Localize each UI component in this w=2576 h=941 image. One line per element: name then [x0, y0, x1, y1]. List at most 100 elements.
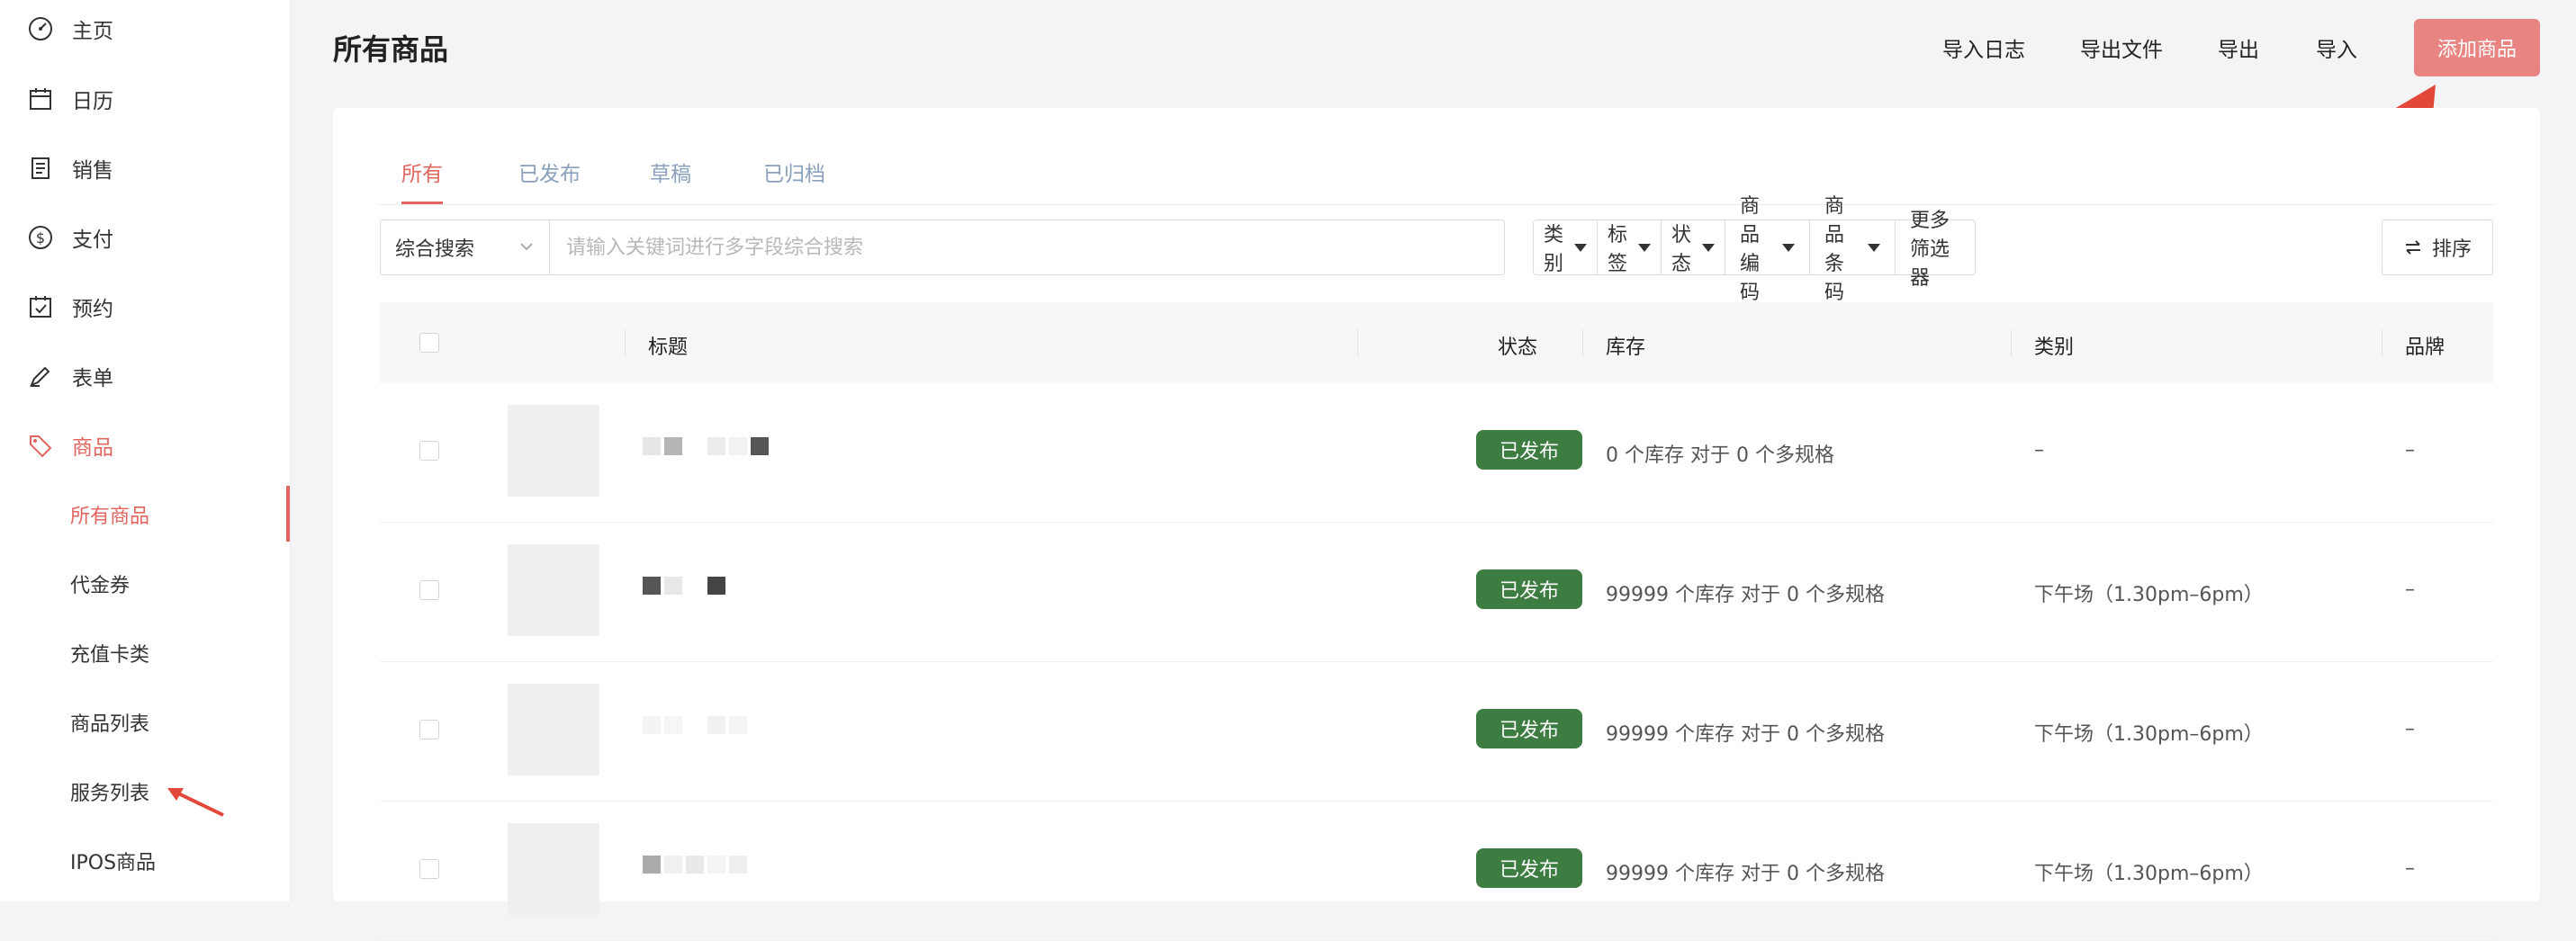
calendar-icon [25, 84, 56, 114]
row-checkbox[interactable] [419, 859, 439, 879]
tab-archived[interactable]: 已归档 [763, 157, 825, 187]
filter-label: 标签 [1608, 224, 1628, 275]
sidebar-active-indicator [286, 486, 290, 542]
dollar-circle-icon: $ [25, 222, 56, 253]
row-checkbox[interactable] [419, 441, 439, 461]
sidebar-item-label: 预约 [72, 298, 113, 321]
tag-icon [25, 430, 56, 461]
column-header-stock[interactable]: 库存 [1606, 331, 1645, 360]
search-input[interactable] [549, 220, 1505, 275]
select-all-checkbox[interactable] [419, 333, 439, 353]
sidebar-subitem-topup-cards[interactable]: 充值卡类 [70, 635, 149, 671]
product-thumbnail [508, 684, 599, 775]
filter-label: 商品编码 [1740, 195, 1761, 304]
status-badge: 已发布 [1476, 430, 1582, 470]
table-row[interactable]: 已发布 99999 个库存 对于 0 个多规格 下午场（1.30pm–6pm） … [380, 802, 2493, 941]
sidebar-item-forms[interactable]: 表单 [25, 358, 113, 394]
row-checkbox[interactable] [419, 580, 439, 600]
sidebar-item-label: 表单 [72, 367, 113, 390]
stock-cell: 99999 个库存 对于 0 个多规格 [1606, 584, 1885, 606]
filter-status-button[interactable]: 状态 [1661, 220, 1725, 275]
product-thumbnail [508, 544, 599, 636]
product-title-redacted[interactable] [643, 577, 725, 595]
search-mode-value: 综合搜索 [395, 238, 475, 261]
export-link[interactable]: 导出 [2218, 32, 2259, 63]
filter-barcode-button[interactable]: 商品条码 [1809, 195, 1896, 304]
sidebar-item-booking[interactable]: 预约 [25, 289, 113, 325]
caret-down-icon [1638, 243, 1652, 252]
caret-down-icon [1702, 243, 1716, 252]
column-divider [625, 329, 626, 356]
sidebar: 主页 日历 销售 $ 支付 预约 表单 商品 所有商品 代金券 充值卡类 商品列… [0, 0, 291, 901]
sidebar-subitem-vouchers[interactable]: 代金券 [70, 566, 130, 602]
product-title-redacted[interactable] [643, 716, 747, 734]
row-checkbox[interactable] [419, 720, 439, 739]
sidebar-item-label: 销售 [72, 159, 113, 183]
table-row[interactable]: 已发布 99999 个库存 对于 0 个多规格 下午场（1.30pm–6pm） … [380, 523, 2493, 662]
chevron-down-icon [520, 243, 533, 251]
filter-sku-button[interactable]: 商品编码 [1725, 195, 1810, 304]
import-log-link[interactable]: 导入日志 [1942, 32, 2025, 63]
sidebar-item-sales[interactable]: 销售 [25, 150, 113, 186]
import-link[interactable]: 导入 [2316, 32, 2357, 63]
tabs-divider [378, 204, 2495, 205]
category-cell: – [2034, 439, 2044, 462]
swap-arrows-icon [2405, 240, 2420, 255]
sort-label: 排序 [2431, 238, 2472, 261]
table-row[interactable]: 已发布 0 个库存 对于 0 个多规格 – – [380, 383, 2493, 523]
calendar-check-icon [25, 291, 56, 322]
tab-drafts[interactable]: 草稿 [650, 157, 691, 187]
column-header-brand[interactable]: 品牌 [2405, 331, 2445, 360]
stock-cell: 99999 个库存 对于 0 个多规格 [1606, 863, 1885, 885]
tab-published[interactable]: 已发布 [518, 157, 581, 187]
export-files-link[interactable]: 导出文件 [2080, 32, 2163, 63]
filter-label: 商品条码 [1824, 195, 1845, 304]
sidebar-subitem-ipos-products[interactable]: IPOS商品 [70, 843, 156, 879]
brand-cell: – [2405, 439, 2415, 462]
sidebar-item-label: 主页 [72, 20, 113, 43]
caret-down-icon [1574, 243, 1588, 252]
category-cell: 下午场（1.30pm–6pm） [2034, 723, 2264, 746]
column-header-category[interactable]: 类别 [2034, 331, 2074, 360]
sidebar-item-products[interactable]: 商品 [25, 427, 113, 463]
tab-all[interactable]: 所有 [401, 157, 443, 187]
column-header-title[interactable]: 标题 [648, 331, 688, 360]
search-mode-select[interactable]: 综合搜索 [380, 220, 549, 275]
sidebar-item-home[interactable]: 主页 [25, 11, 113, 47]
product-title-redacted[interactable] [643, 856, 747, 874]
column-header-status[interactable]: 状态 [1498, 331, 1537, 360]
filter-tags-button[interactable]: 标签 [1597, 220, 1662, 275]
sidebar-item-label: 商品 [72, 436, 113, 460]
sidebar-subitem-all-products[interactable]: 所有商品 [70, 497, 149, 533]
more-filters-button[interactable]: 更多筛选器 [1895, 210, 1976, 290]
sidebar-item-label: 支付 [72, 229, 113, 252]
sidebar-subitem-product-list[interactable]: 商品列表 [70, 704, 149, 740]
svg-text:$: $ [36, 229, 45, 246]
page-title: 所有商品 [333, 32, 449, 67]
filter-label: 类别 [1544, 224, 1564, 275]
annotation-arrow-icon [167, 788, 224, 817]
sidebar-item-payment[interactable]: $ 支付 [25, 220, 113, 255]
stock-cell: 99999 个库存 对于 0 个多规格 [1606, 723, 1885, 746]
filter-group: 类别 标签 状态 商品编码 商品条码 更多筛选器 [1533, 195, 1976, 304]
dashboard-gauge-icon [25, 13, 56, 44]
status-tabs: 所有 已发布 草稿 已归档 [333, 108, 2540, 205]
product-title-redacted[interactable] [643, 437, 769, 455]
brand-cell: – [2405, 718, 2415, 740]
status-badge: 已发布 [1476, 848, 1582, 888]
table-header: 标题 状态 库存 类别 品牌 [380, 302, 2493, 383]
sort-button[interactable]: 排序 [2382, 220, 2493, 275]
category-cell: 下午场（1.30pm–6pm） [2034, 863, 2264, 885]
column-divider [1582, 329, 1583, 356]
filter-category-button[interactable]: 类别 [1533, 220, 1598, 275]
column-divider [2011, 329, 2012, 356]
category-cell: 下午场（1.30pm–6pm） [2034, 584, 2264, 606]
status-badge: 已发布 [1476, 569, 1582, 609]
table-row[interactable]: 已发布 99999 个库存 对于 0 个多规格 下午场（1.30pm–6pm） … [380, 662, 2493, 802]
stock-cell: 0 个库存 对于 0 个多规格 [1606, 444, 1834, 467]
sidebar-subitem-service-list[interactable]: 服务列表 [70, 774, 149, 810]
products-card: 所有 已发布 草稿 已归档 综合搜索 类别 标签 状态 商品编码 商品条码 [333, 108, 2540, 941]
sidebar-item-calendar[interactable]: 日历 [25, 81, 113, 117]
add-product-button[interactable]: 添加商品 [2414, 19, 2540, 76]
receipt-icon [25, 153, 56, 184]
